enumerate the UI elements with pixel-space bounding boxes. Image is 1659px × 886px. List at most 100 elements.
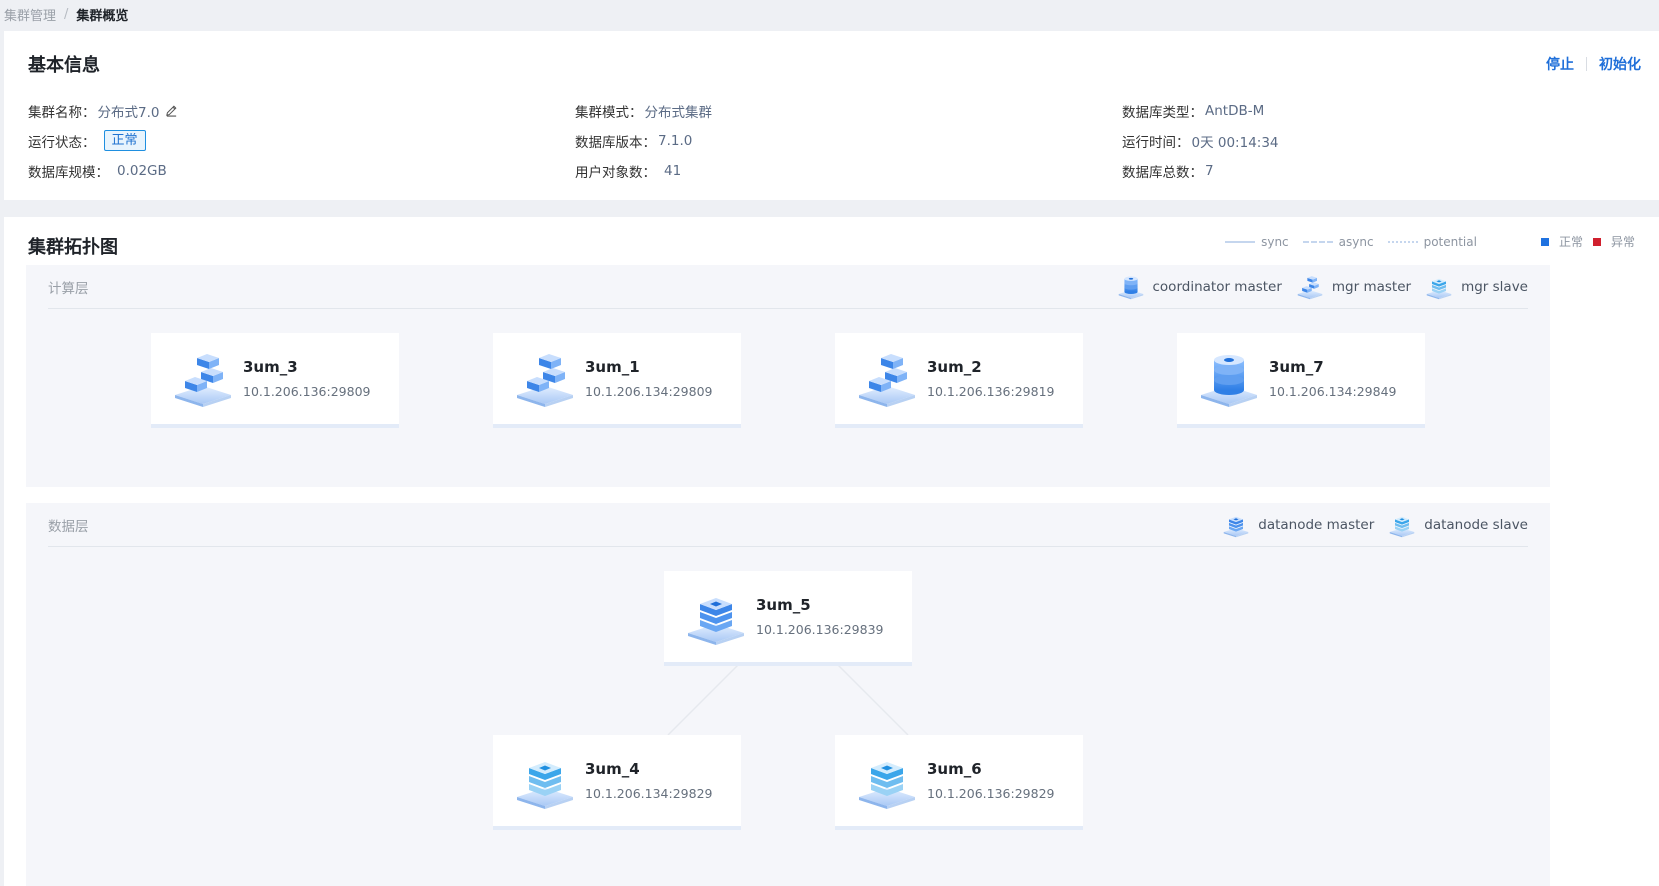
init-button[interactable]: 初始化	[1599, 54, 1641, 74]
info-cluster-name: 集群名称： 分布式7.0	[28, 101, 575, 121]
node-name: 3um_2	[927, 358, 982, 376]
info-user-objects: 用户对象数： 41	[575, 161, 1122, 181]
node-address: 10.1.206.136:29819	[927, 384, 1055, 399]
mgr-master-icon	[513, 350, 577, 408]
node-name: 3um_5	[756, 596, 811, 614]
info-label: 运行状态：	[28, 134, 96, 151]
link-3um5-3um4	[667, 664, 739, 736]
node-3um-6[interactable]: 3um_6 10.1.206.136:29829	[835, 735, 1083, 830]
edit-icon[interactable]	[165, 104, 178, 117]
info-db-version: 数据库版本： 7.1.0	[575, 131, 1122, 151]
node-3um-4[interactable]: 3um_4 10.1.206.134:29829	[493, 735, 741, 830]
node-name: 3um_7	[1269, 358, 1324, 376]
info-cluster-mode: 集群模式： 分布式集群	[575, 101, 1122, 121]
datanode-slave-icon	[855, 752, 919, 810]
legend-abnormal: 异常	[1592, 233, 1635, 250]
info-db-size: 数据库规模： 0.02GB	[28, 161, 575, 181]
node-text: 3um_2 10.1.206.136:29819	[927, 358, 1054, 399]
node-3um-3[interactable]: 3um_3 10.1.206.136:29809	[151, 333, 399, 428]
info-label: 集群名称：	[28, 104, 96, 121]
legend-async-label: async	[1338, 234, 1374, 249]
action-divider	[1586, 57, 1587, 71]
compute-role-legend: coordinator master mgr master mgr slave	[1117, 274, 1528, 300]
link-3um5-3um6	[837, 664, 909, 736]
node-3um-2[interactable]: 3um_2 10.1.206.136:29819	[835, 333, 1083, 428]
legend-normal: 正常	[1540, 233, 1583, 250]
info-label: 运行时间：	[1122, 134, 1190, 151]
role-label: mgr master	[1331, 278, 1412, 295]
node-text: 3um_4 10.1.206.134:29829	[585, 760, 712, 801]
info-label: 数据库类型：	[1122, 104, 1203, 121]
coordinator-master-icon	[1197, 350, 1261, 408]
info-db-total: 数据库总数： 7	[1122, 161, 1642, 181]
mgr-master-icon	[855, 350, 919, 408]
node-text: 3um_6 10.1.206.136:29829	[927, 760, 1054, 801]
node-text: 3um_5 10.1.206.136:29839	[756, 596, 883, 637]
topology-card: 集群拓扑图 sync async potential 正常 异常 计算层 coo…	[4, 217, 1659, 886]
legend-abnormal-label: 异常	[1610, 235, 1635, 249]
node-3um-5[interactable]: 3um_5 10.1.206.136:29839	[664, 571, 912, 666]
normal-square-icon	[1540, 237, 1549, 246]
node-3um-7[interactable]: 3um_7 10.1.206.134:29849	[1177, 333, 1425, 428]
db-size-value: 0.02GB	[117, 162, 167, 179]
info-label: 集群模式：	[575, 104, 643, 121]
cluster-name-value: 分布式7.0	[97, 104, 160, 121]
legend-potential-label: potential	[1423, 234, 1477, 249]
link-legend: sync async potential 正常 异常	[1225, 233, 1635, 250]
legend-sync: sync	[1225, 235, 1289, 249]
db-total-value: 7	[1205, 162, 1214, 179]
compute-layer-header: 计算层 coordinator master mgr master mgr sl…	[48, 265, 1528, 309]
coordinator-master-icon	[1117, 274, 1145, 300]
legend-sync-label: sync	[1261, 234, 1289, 249]
node-name: 3um_6	[927, 760, 982, 778]
mgr-master-icon	[1296, 274, 1324, 300]
role-mgr-master: mgr master	[1296, 274, 1411, 300]
status-badge: 正常	[103, 130, 146, 151]
info-label: 数据库总数：	[1122, 164, 1203, 181]
sync-line-icon	[1225, 240, 1256, 243]
data-role-legend: datanode master datanode slave	[1222, 512, 1528, 538]
stop-button[interactable]: 停止	[1546, 54, 1574, 74]
mgr-slave-icon	[1425, 274, 1453, 300]
node-address: 10.1.206.136:29839	[756, 622, 884, 637]
breadcrumb-separator: /	[64, 7, 69, 22]
breadcrumb: 集群管理 / 集群概览	[4, 5, 128, 24]
async-line-icon	[1302, 240, 1333, 243]
db-type-value: AntDB-M	[1205, 102, 1265, 119]
basic-info-grid: 集群名称： 分布式7.0 集群模式： 分布式集群 数据库类型： AntDB-M …	[28, 101, 1648, 181]
cluster-actions: 停止 初始化	[1546, 54, 1641, 74]
role-mgr-slave: mgr slave	[1425, 274, 1528, 300]
data-layer-title: 数据层	[48, 518, 89, 535]
node-name: 3um_1	[585, 358, 640, 376]
info-label: 用户对象数：	[575, 164, 656, 181]
node-address: 10.1.206.134:29829	[585, 786, 713, 801]
cluster-mode-value: 分布式集群	[644, 104, 713, 121]
role-label: datanode slave	[1424, 516, 1528, 533]
compute-layer: 计算层 coordinator master mgr master mgr sl…	[26, 265, 1550, 487]
run-time-value: 0天 00:14:34	[1191, 134, 1279, 151]
info-db-type: 数据库类型： AntDB-M	[1122, 101, 1642, 121]
node-address: 10.1.206.134:29809	[585, 384, 713, 399]
breadcrumb-cluster-management[interactable]: 集群管理	[4, 5, 56, 24]
node-address: 10.1.206.134:29849	[1269, 384, 1397, 399]
basic-info-card: 基本信息 停止 初始化 集群名称： 分布式7.0 集群模式： 分布式集群 数据库…	[4, 31, 1659, 200]
datanode-slave-icon	[1388, 512, 1416, 538]
datanode-master-icon	[1222, 512, 1250, 538]
status-legend: 正常 异常	[1540, 233, 1635, 250]
node-3um-1[interactable]: 3um_1 10.1.206.134:29809	[493, 333, 741, 428]
basic-info-title: 基本信息	[28, 55, 100, 76]
db-version-value: 7.1.0	[658, 132, 693, 149]
data-layer-header: 数据层 datanode master datanode slave	[48, 503, 1528, 547]
node-name: 3um_4	[585, 760, 640, 778]
node-address: 10.1.206.136:29809	[243, 384, 371, 399]
user-objects-value: 41	[664, 162, 682, 179]
info-run-status: 运行状态： 正常	[28, 130, 575, 151]
info-label: 数据库版本：	[575, 134, 656, 151]
node-text: 3um_3 10.1.206.136:29809	[243, 358, 370, 399]
role-label: coordinator master	[1152, 278, 1282, 295]
breadcrumb-cluster-overview: 集群概览	[76, 9, 129, 24]
compute-layer-title: 计算层	[48, 280, 89, 297]
role-coordinator-master: coordinator master	[1117, 274, 1282, 300]
replication-links	[667, 664, 909, 736]
topology-title: 集群拓扑图	[28, 237, 118, 258]
